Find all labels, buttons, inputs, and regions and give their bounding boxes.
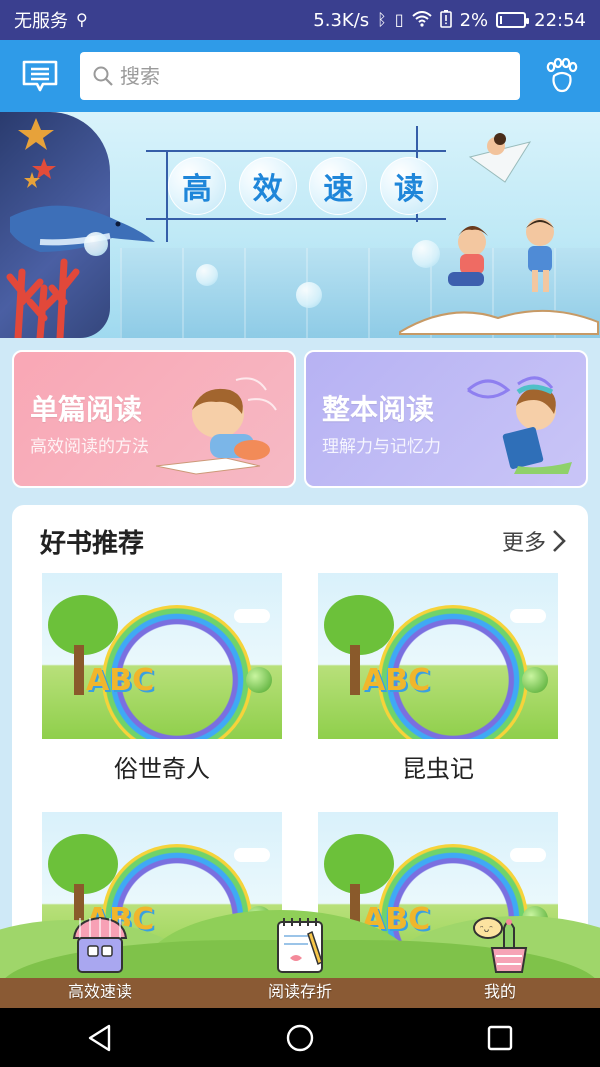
system-navigation-bar [0,1008,600,1067]
tab-reading-passbook[interactable]: 阅读存折 [230,914,370,1002]
tab-speed-reading[interactable]: 高效速读 [30,914,170,1002]
top-header [0,40,600,112]
bubble [196,264,218,286]
search-box[interactable] [80,52,520,100]
book-title: 昆虫记 [402,755,474,783]
book-cover: ABC [318,573,558,739]
tab-mine[interactable]: ᵔᴗᵔ 我的 [430,914,570,1002]
whole-book-reading-card[interactable]: 整本阅读 理解力与记忆力 [304,350,588,488]
message-button[interactable] [20,56,60,96]
notebook-icon [277,918,323,973]
book-card[interactable]: ABC 俗世奇人 [42,573,282,784]
carrier-label: 无服务 [14,11,68,32]
footprint-button[interactable] [542,56,582,96]
footprint-icon [546,58,578,93]
recents-square-icon [487,1025,513,1050]
card-subtitle: 理解力与记忆力 [322,437,441,457]
bottom-tab-bar: 高效速读 阅读存折 ᵔᴗᵔ 我的 [0,910,600,1008]
vibrate-icon: ▯ [394,10,404,29]
banner-title-char: 高 [168,157,226,215]
book-card[interactable]: ABC 昆虫记 [318,573,558,784]
back-button[interactable] [70,1013,130,1063]
recents-button[interactable] [470,1013,530,1063]
book-title: 俗世奇人 [114,755,210,783]
battery-icon [496,12,530,28]
home-button[interactable] [270,1013,330,1063]
house-icon [72,916,128,973]
search-input[interactable] [120,64,500,88]
message-icon [22,60,58,92]
svg-text:ᵔᴗᵔ: ᵔᴗᵔ [480,925,493,935]
more-label: 更多 [501,531,546,556]
card-subtitle: 高效阅读的方法 [30,437,149,457]
network-speed: 5.3K/s [313,9,370,31]
tab-label: 阅读存折 [267,982,332,1001]
battery-percent: 2% [459,9,489,31]
banner-title: 高 效 速 读 [168,157,438,215]
reading-girl-illustration [466,376,572,474]
banner-title-char: 读 [379,157,438,215]
battery-alert-icon [439,9,452,31]
reading-boy-illustration [156,377,277,475]
search-icon [93,66,113,86]
tab-label: 我的 [483,982,516,1001]
wifi-icon [411,10,432,30]
bluetooth-icon: ᛒ [377,10,387,29]
back-triangle-icon [88,1024,111,1051]
banner-title-char: 速 [309,157,368,215]
bubble [412,240,440,268]
single-reading-card[interactable]: 单篇阅读 高效阅读的方法 [12,350,296,488]
bubble [84,232,108,256]
status-bar: 无服务 ⚲ 5.3K/s ᛒ ▯ 2% 22:54 [0,0,600,40]
more-link[interactable]: 更多 [502,525,566,557]
book-cover: ABC [42,573,282,739]
usb-icon: ⚲ [76,10,88,29]
chevron-right-icon [553,530,566,552]
recommend-title: 好书推荐 [40,529,145,559]
cactus-icon: ᵔᴗᵔ [473,917,528,973]
clock: 22:54 [534,9,586,31]
banner-title-char: 效 [238,157,297,215]
banner[interactable]: 高 效 速 读 [0,112,600,338]
bubble [296,282,322,308]
card-title: 整本阅读 [322,393,435,426]
home-circle-icon [286,1024,314,1051]
tab-label: 高效速读 [67,982,132,1001]
card-title: 单篇阅读 [30,393,143,426]
